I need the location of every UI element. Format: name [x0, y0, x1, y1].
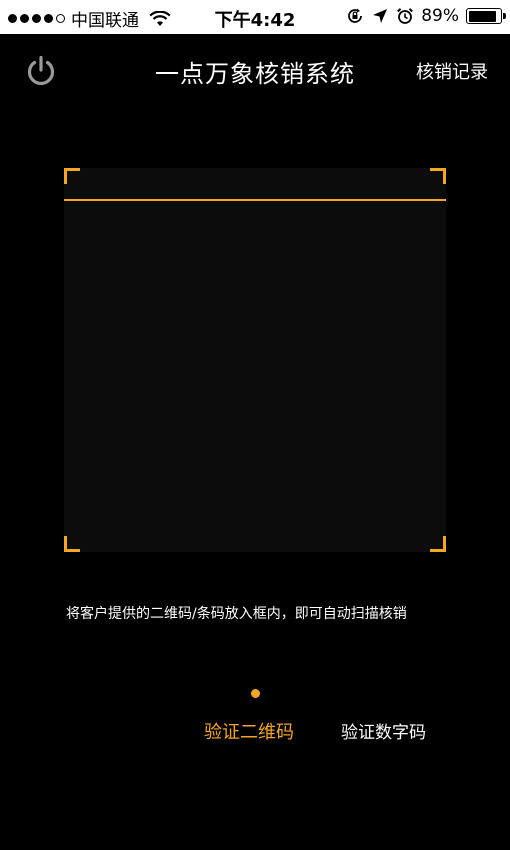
- scan-hint-text: 将客户提供的二维码/条码放入框内，即可自动扫描核销: [66, 606, 407, 622]
- location-arrow-icon: [373, 9, 388, 23]
- scan-area: [64, 168, 446, 552]
- battery-icon: [466, 8, 506, 24]
- scan-corner-bottom-left: [64, 536, 80, 552]
- scan-line: [64, 199, 446, 201]
- scan-corner-top-left: [64, 168, 80, 184]
- verification-records-link[interactable]: 核销记录: [416, 58, 488, 84]
- rotation-lock-icon: [348, 8, 363, 23]
- nav-bar: 一点万象核销系统 核销记录: [0, 34, 510, 108]
- status-bar-right: 89%: [346, 6, 506, 26]
- status-bar: 中国联通 下午4:42 89%: [0, 0, 510, 34]
- alarm-icon: [397, 8, 414, 24]
- scan-corner-bottom-right: [430, 536, 446, 552]
- tab-verify-qr-code[interactable]: 验证二维码: [204, 718, 294, 744]
- scan-corner-top-right: [430, 168, 446, 184]
- battery-level: [468, 10, 497, 22]
- battery-percent: 89%: [421, 6, 459, 26]
- tab-verify-numeric-code[interactable]: 验证数字码: [341, 718, 426, 743]
- active-mode-indicator: [251, 689, 260, 698]
